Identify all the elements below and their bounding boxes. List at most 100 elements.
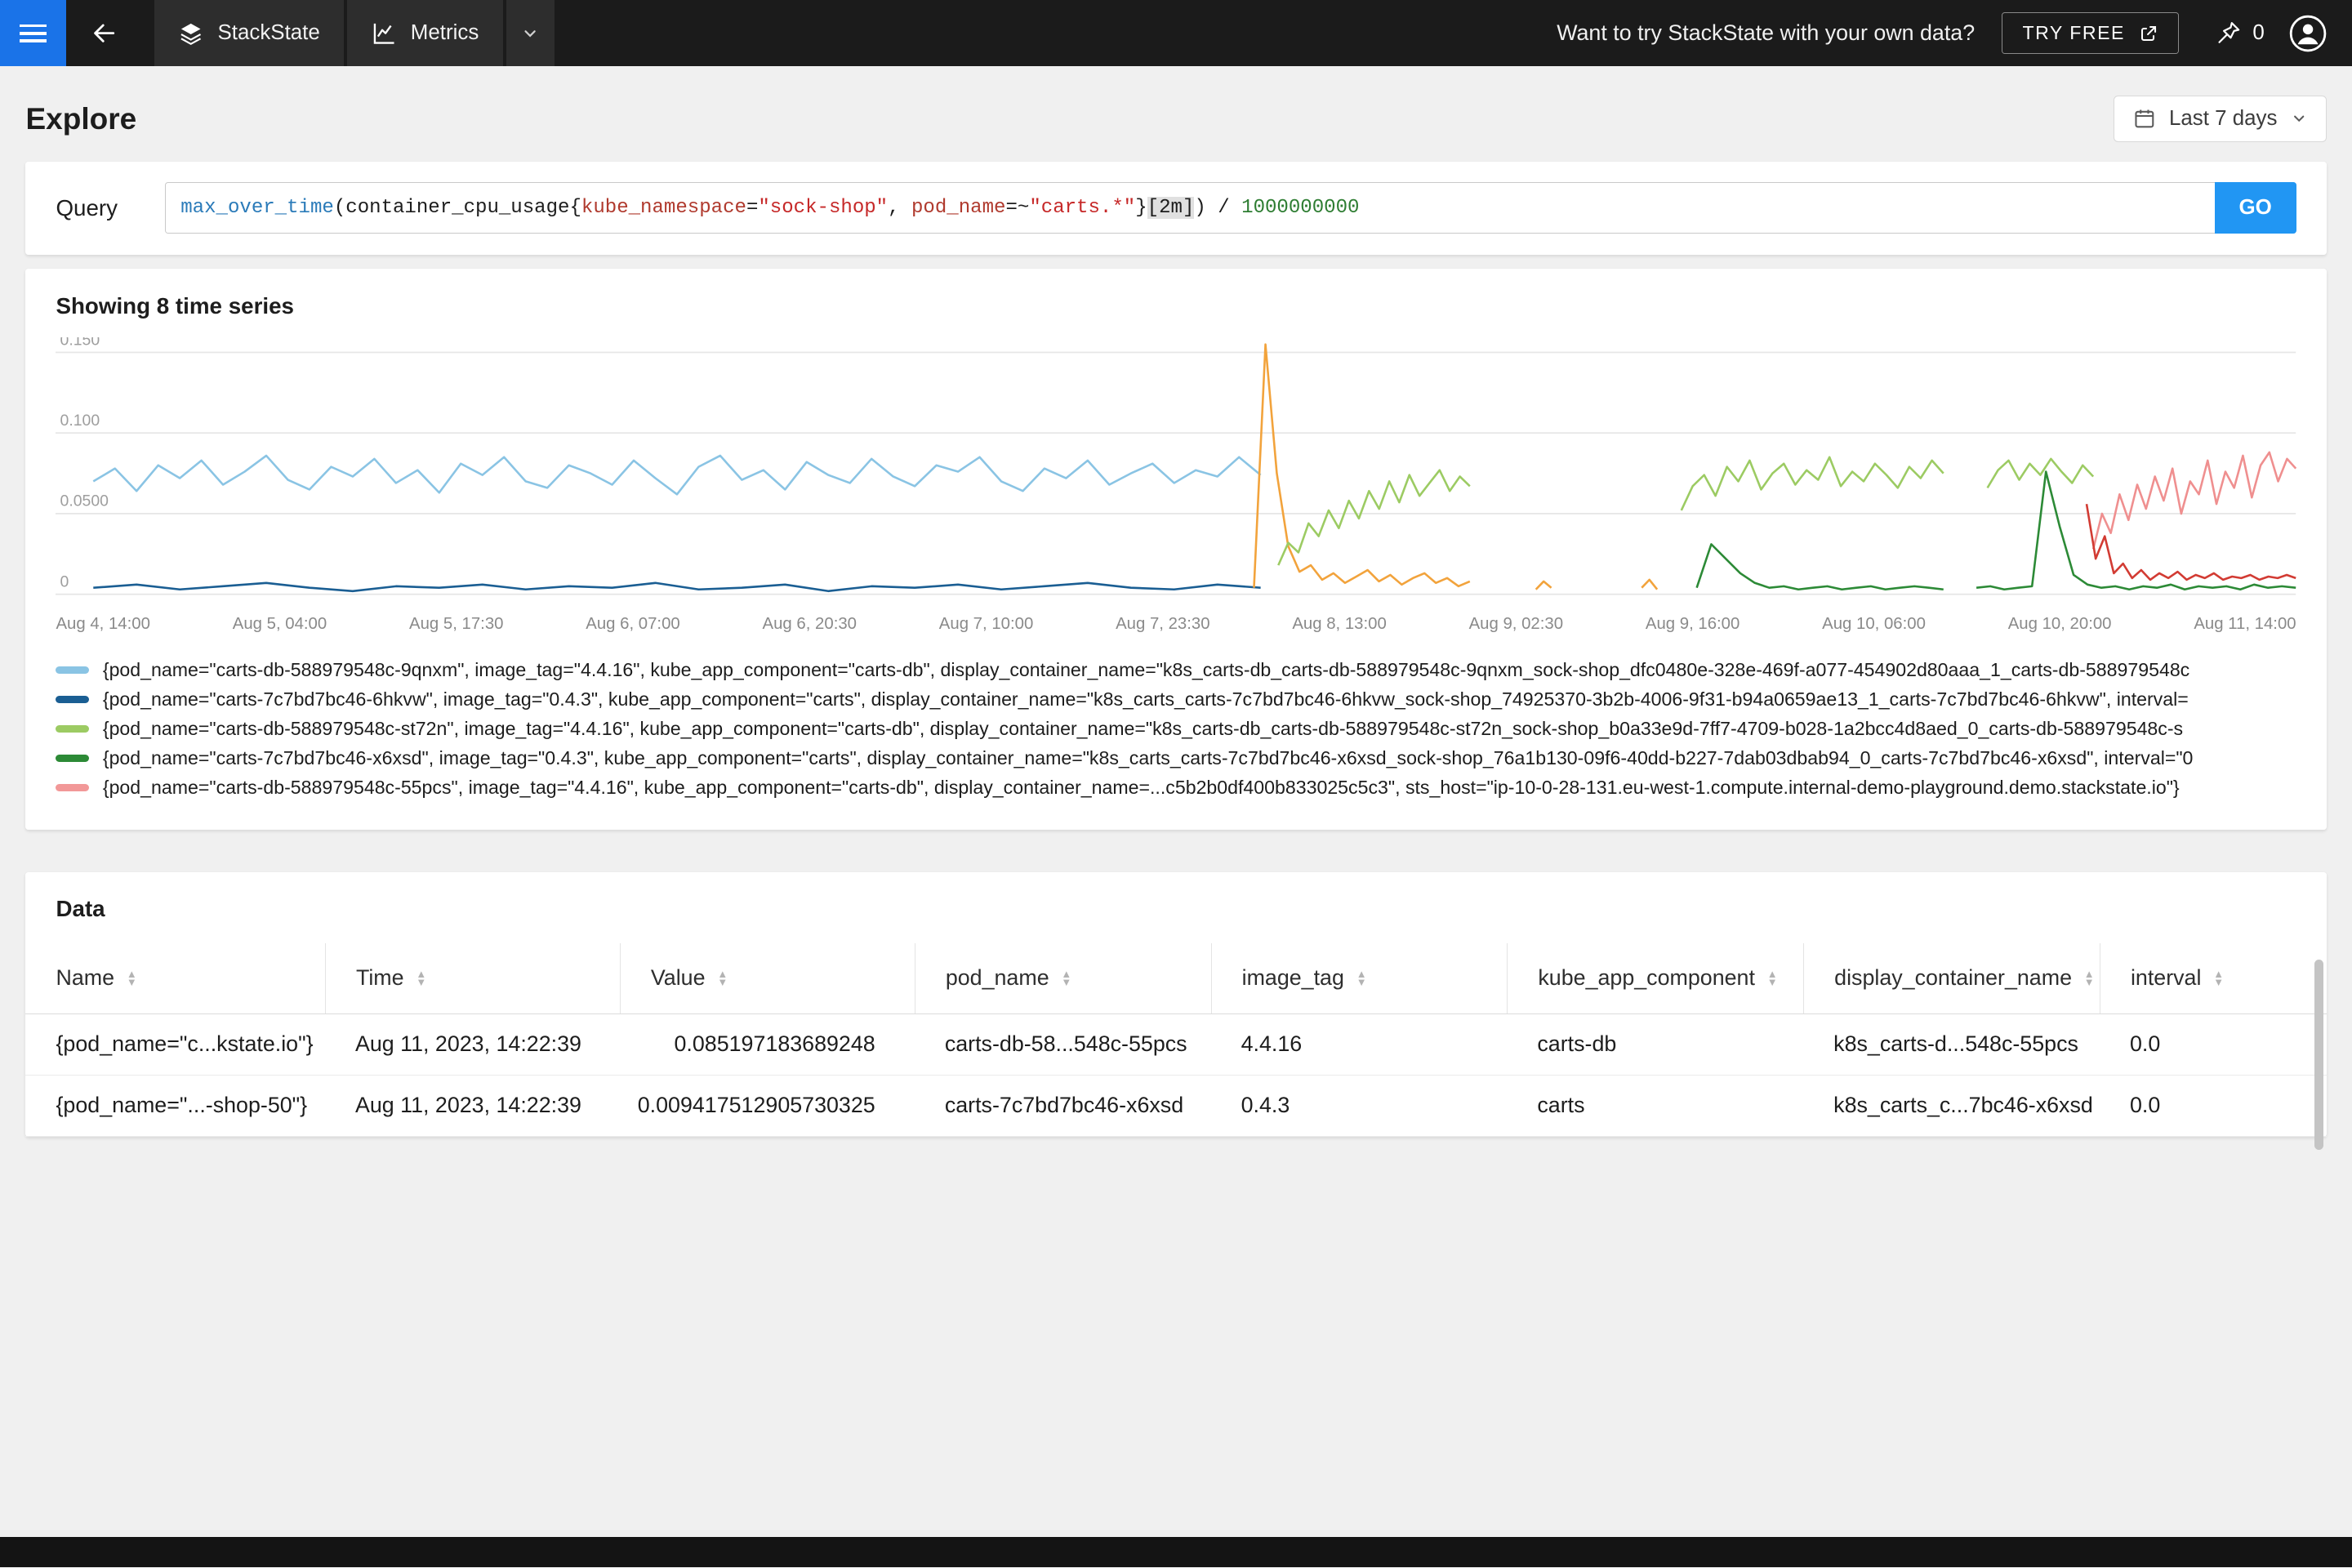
column-header-display_container_name[interactable]: display_container_name ▲ ▼	[1803, 943, 2100, 1013]
series-line-carts-db-spike	[1253, 343, 1471, 588]
cell-pod_name: carts-7c7bd7bc46-x6xsd	[944, 1093, 1184, 1118]
y-tick-label: 0.150	[60, 337, 100, 349]
user-icon	[2290, 15, 2327, 51]
pin-count: 0	[2252, 21, 2265, 45]
data-panel: Data Name ▲ ▼ Time ▲ ▼ Value ▲ ▼ pod_name ▲ ▼ image_…	[25, 871, 2327, 1151]
legend-item[interactable]: {pod_name="carts-7c7bd7bc46-6hkvw", imag…	[56, 684, 2296, 714]
time-range-selector[interactable]: Last 7 days	[2114, 95, 2327, 142]
column-label: pod_name	[945, 965, 1049, 991]
legend-label: {pod_name="carts-7c7bd7bc46-6hkvw", imag…	[102, 688, 2189, 710]
x-tick-label: Aug 5, 17:30	[409, 615, 504, 634]
column-label: kube_app_component	[1538, 965, 1755, 991]
table-scrollbar[interactable]	[2314, 960, 2323, 1151]
x-axis-labels: Aug 4, 14:00 Aug 5, 04:00 Aug 5, 17:30 Aug …	[56, 615, 2296, 634]
column-header-kube_app_component[interactable]: kube_app_component ▲ ▼	[1507, 943, 1803, 1013]
series-line-carts-db-588979548c-st72n	[1277, 469, 1472, 566]
pin-button[interactable]: 0	[2215, 20, 2265, 47]
query-token: "carts.*"	[1029, 197, 1136, 220]
query-token: max_over_time	[180, 197, 334, 220]
column-header-interval[interactable]: interval ▲ ▼	[2099, 943, 2327, 1013]
sort-icon: ▲ ▼	[717, 967, 728, 988]
legend-swatch	[56, 724, 90, 733]
x-tick-label: Aug 9, 16:00	[1645, 615, 1740, 634]
data-table: Name ▲ ▼ Time ▲ ▼ Value ▲ ▼ pod_name ▲ ▼ image_tag ▲ ▼…	[25, 943, 2327, 1137]
try-free-label: TRY FREE	[2022, 22, 2125, 44]
calendar-icon	[2134, 109, 2154, 128]
series-line-carts-db-588979548c-9qnxm	[93, 454, 1262, 496]
column-label: Value	[650, 965, 706, 991]
query-token: [	[1147, 197, 1160, 220]
query-token: =	[746, 197, 759, 220]
cell-image_tag: 4.4.16	[1241, 1031, 1303, 1057]
y-tick-label: 0	[60, 572, 69, 590]
table-row[interactable]: {pod_name="c...kstate.io"} Aug 11, 2023, …	[25, 1014, 2327, 1076]
nav-stackstate[interactable]: StackState	[154, 0, 345, 67]
query-token: kube_namespace	[581, 197, 746, 220]
cell-Time: Aug 11, 2023, 14:22:39	[354, 1031, 581, 1057]
column-label: display_container_name	[1834, 965, 2072, 991]
x-tick-label: Aug 10, 06:00	[1822, 615, 1926, 634]
table-row[interactable]: {pod_name="...-shop-50"} Aug 11, 2023, 14…	[25, 1076, 2327, 1137]
x-tick-label: Aug 6, 20:30	[762, 615, 857, 634]
chart-panel: Showing 8 time series 0 0.0500 0.100 0.150 …	[25, 268, 2327, 831]
series-line-carts-db-spike	[1535, 580, 1552, 590]
nav-metrics[interactable]: Metrics	[347, 0, 503, 67]
nav-dropdown-button[interactable]	[506, 0, 555, 67]
cell-interval: 0.0	[2129, 1031, 2161, 1057]
column-header-Time[interactable]: Time ▲ ▼	[324, 943, 620, 1013]
legend-item[interactable]: {pod_name="carts-db-588979548c-9qnxm", i…	[56, 655, 2296, 684]
go-button[interactable]: GO	[2214, 182, 2296, 234]
page-title: Explore	[25, 100, 137, 136]
query-token: =~	[1005, 197, 1030, 220]
try-free-button[interactable]: TRY FREE	[2002, 12, 2179, 55]
legend-item[interactable]: {pod_name="carts-db-588979548c-55pcs", i…	[56, 773, 2296, 803]
sort-icon: ▲ ▼	[126, 967, 137, 988]
legend-swatch	[56, 784, 90, 792]
x-tick-label: Aug 11, 14:00	[2194, 615, 2296, 634]
explore-page: Explore Last 7 days Query max_over_time(…	[0, 66, 2352, 1151]
series-line-carts-7c7bd7bc46-x6xsd	[1695, 542, 1944, 590]
legend-swatch	[56, 666, 90, 674]
column-header-Name[interactable]: Name ▲ ▼	[25, 943, 324, 1013]
x-tick-label: Aug 9, 02:30	[1468, 615, 1564, 634]
cell-Name: {pod_name="...-shop-50"}	[56, 1093, 308, 1118]
cell-interval: 0.0	[2129, 1093, 2161, 1118]
column-label: Time	[355, 965, 404, 991]
sort-icon: ▲ ▼	[1061, 967, 1072, 988]
avatar[interactable]	[2288, 14, 2328, 53]
nav-stackstate-label: StackState	[217, 21, 320, 45]
table-body: {pod_name="c...kstate.io"} Aug 11, 2023, …	[25, 1014, 2327, 1137]
query-token: (	[333, 197, 346, 220]
table-header: Name ▲ ▼ Time ▲ ▼ Value ▲ ▼ pod_name ▲ ▼ image_tag ▲ ▼…	[25, 943, 2327, 1014]
column-label: image_tag	[1241, 965, 1344, 991]
back-button[interactable]	[66, 0, 142, 66]
footer-bar	[0, 1537, 2352, 1568]
cell-Value: 0.085197183689248	[674, 1031, 875, 1057]
series-line-carts-db-spike	[1641, 578, 1659, 590]
sort-icon: ▲ ▼	[1356, 967, 1367, 988]
chevron-down-icon	[2294, 115, 2305, 122]
time-range-label: Last 7 days	[2168, 106, 2278, 130]
legend: {pod_name="carts-db-588979548c-9qnxm", i…	[56, 655, 2296, 802]
column-header-image_tag[interactable]: image_tag ▲ ▼	[1210, 943, 1508, 1013]
query-token: pod_name	[911, 197, 1006, 220]
x-tick-label: Aug 10, 20:00	[2007, 615, 2112, 634]
cell-image_tag: 0.4.3	[1241, 1093, 1290, 1118]
cell-pod_name: carts-db-58...548c-55pcs	[944, 1031, 1187, 1057]
query-token: /	[1218, 197, 1242, 220]
legend-item[interactable]: {pod_name="carts-db-588979548c-st72n", i…	[56, 714, 2296, 743]
legend-item[interactable]: {pod_name="carts-7c7bd7bc46-x6xsd", imag…	[56, 744, 2296, 773]
sort-icon: ▲ ▼	[2083, 967, 2095, 988]
query-input[interactable]: max_over_time(container_cpu_usage{kube_n…	[164, 182, 2215, 234]
breadcrumb: StackState Metrics	[154, 0, 555, 67]
query-token: ]	[1182, 197, 1195, 220]
series-count-label: Showing 8 time series	[56, 292, 294, 318]
column-header-Value[interactable]: Value ▲ ▼	[619, 943, 915, 1013]
topbar: StackState Metrics Want to try StackStat…	[0, 0, 2352, 67]
sort-icon: ▲ ▼	[2213, 967, 2225, 988]
column-header-pod_name[interactable]: pod_name ▲ ▼	[914, 943, 1211, 1013]
column-label: Name	[56, 965, 115, 991]
sort-icon: ▲ ▼	[416, 967, 427, 988]
hamburger-menu-button[interactable]	[0, 0, 67, 67]
column-label: interval	[2130, 965, 2202, 991]
